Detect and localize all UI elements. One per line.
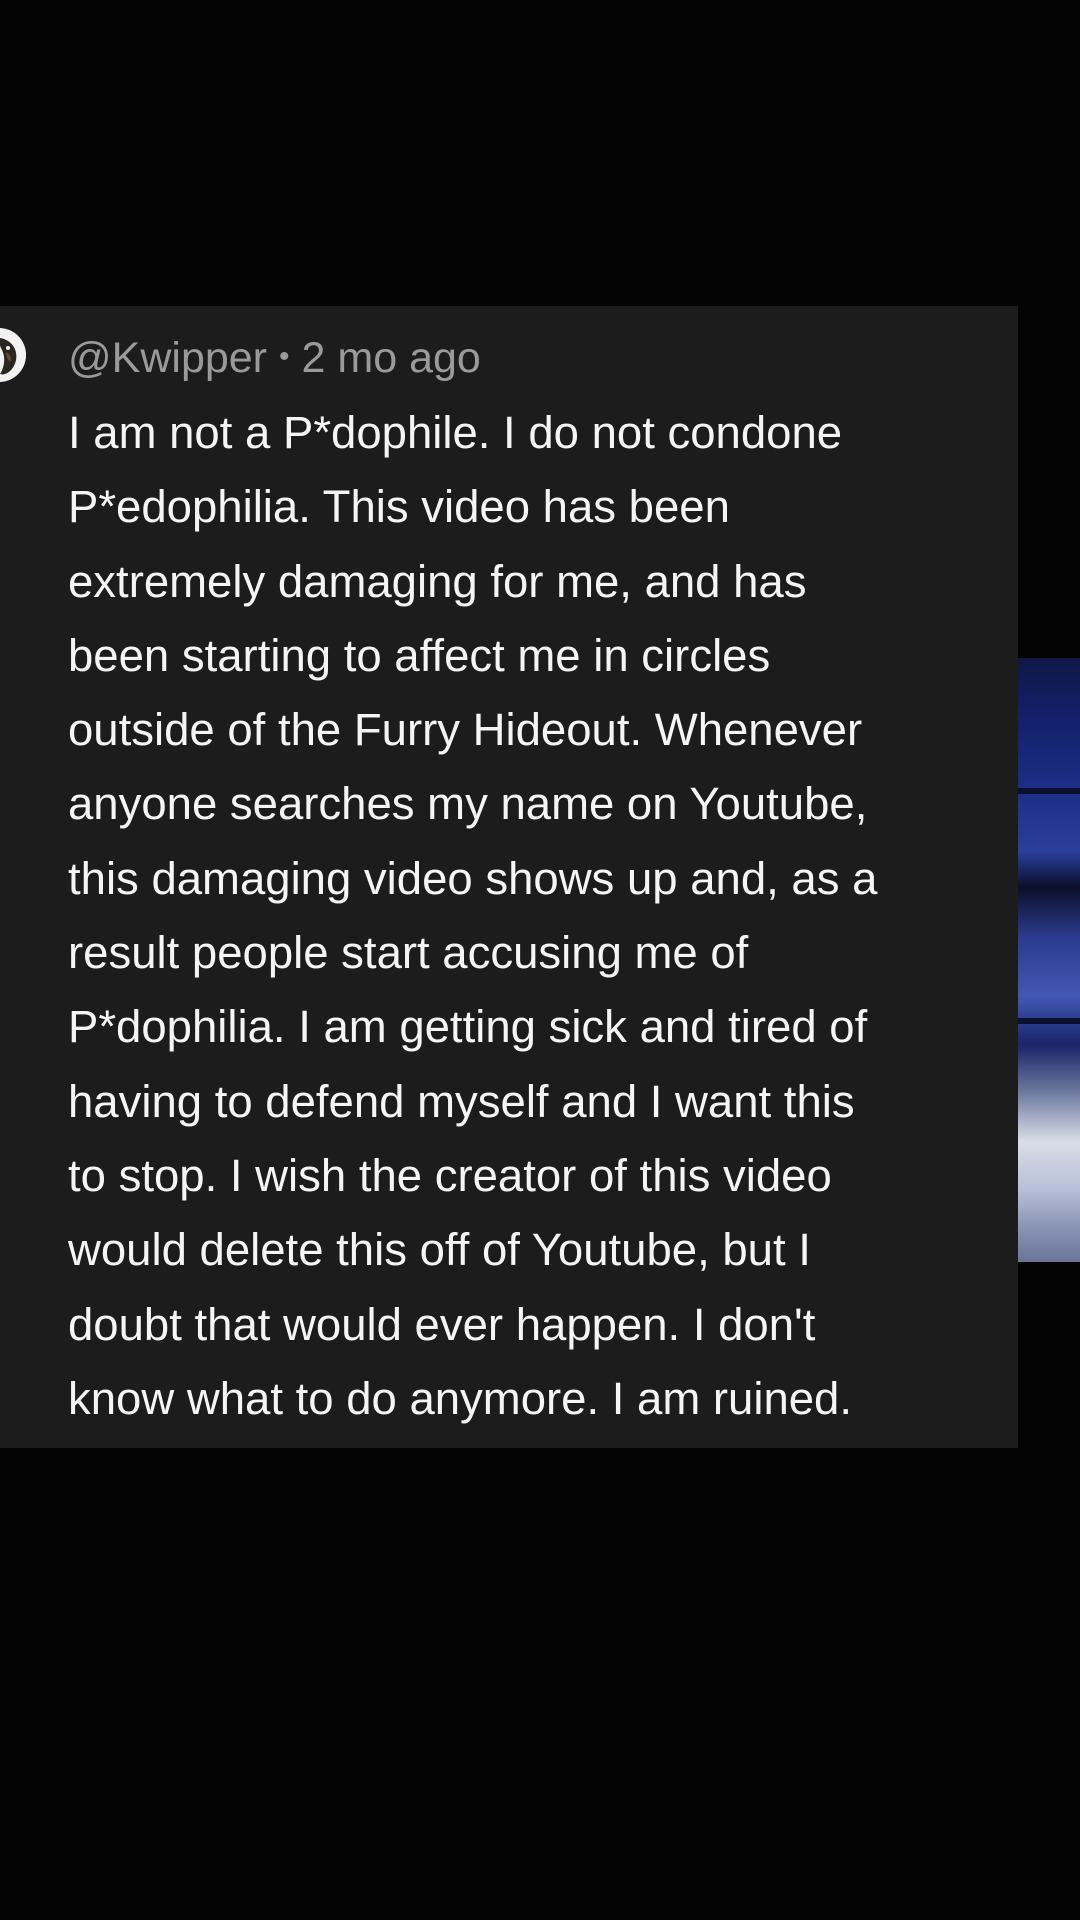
comment-line: outside of the Furry Hideout. Whenever [68,704,863,756]
comment-line: having to defend myself and I want this [68,1075,855,1127]
comment-line: anyone searches my name on Youtube, [68,778,868,830]
comment-line: been starting to affect me in circles [68,629,771,681]
author-name[interactable]: @Kwipper [68,334,267,382]
avatar[interactable] [0,328,26,382]
comment-line: I am not a P*dophile. I do not condone [68,407,843,458]
comment-line: would delete this off of Youtube, but I [68,1224,811,1276]
comment-line: to stop. I wish the creator of this vide… [68,1149,832,1201]
comment-line: P*dophilia. I am getting sick and tired … [68,1001,868,1053]
separator-dot: • [279,339,290,373]
avatar-icon [0,328,26,382]
comment-line: doubt that would ever happen. I don't [68,1298,816,1350]
comment-text: I am not a P*dophile. I do not condone P… [68,396,1013,1436]
comment-card: @Kwipper • 2 mo ago I am not a P*dophile. … [0,306,1018,1448]
video-stripe [1018,1018,1080,1024]
comment-line: P*edophilia. This video has been [68,481,730,533]
comment-timestamp: 2 mo ago [301,334,481,382]
comment-line: know what to do anymore. I am ruined. [68,1372,853,1424]
comment-line: this damaging video shows up and, as a [68,852,878,904]
video-stripe [1018,788,1080,794]
comment-header: @Kwipper • 2 mo ago [68,326,481,393]
video-thumbnail-edge[interactable] [1018,658,1080,1262]
comment-line: result people start accusing me of [68,927,749,979]
comment-line: extremely damaging for me, and has [68,555,807,607]
screen: @Kwipper • 2 mo ago I am not a P*dophile. … [0,0,1080,1920]
